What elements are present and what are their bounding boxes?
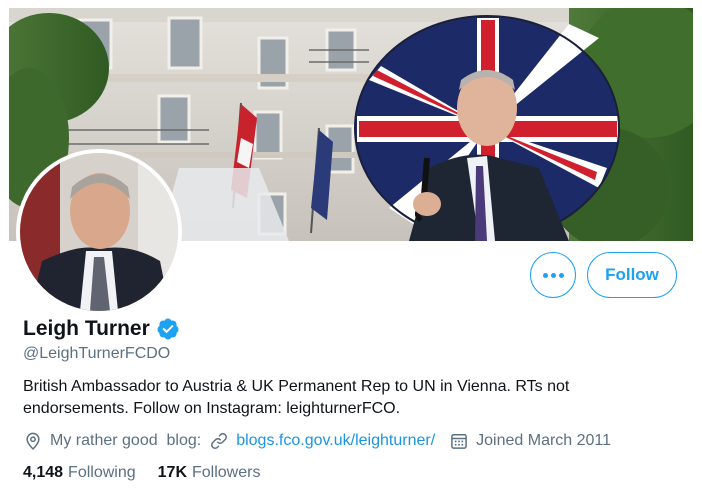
calendar-icon bbox=[451, 434, 467, 449]
verified-badge-icon bbox=[157, 318, 179, 340]
more-options-button[interactable] bbox=[530, 252, 576, 298]
more-horizontal-icon bbox=[542, 272, 564, 278]
joined-date: Joined March 2011 bbox=[476, 432, 612, 449]
followers-label: Followers bbox=[192, 464, 261, 481]
website-link[interactable]: blogs.fco.gov.uk/leighturner/ bbox=[236, 432, 435, 450]
website-item: blogs.fco.gov.uk/leighturner/ bbox=[209, 431, 435, 451]
follow-button[interactable]: Follow bbox=[587, 252, 677, 298]
avatar-photo bbox=[20, 153, 178, 311]
profile-meta: My rather good blog: blogs.fco.gov.uk/le… bbox=[23, 431, 611, 451]
location-pin-icon bbox=[26, 432, 40, 450]
followers-link[interactable]: 17K Followers bbox=[158, 464, 261, 482]
display-name: Leigh Turner bbox=[23, 317, 150, 340]
bio: British Ambassador to Austria & UK Perma… bbox=[23, 378, 570, 417]
following-label: Following bbox=[68, 464, 136, 481]
handle: @LeighTurnerFCDO bbox=[23, 345, 171, 362]
follow-stats: 4,148 Following 17K Followers bbox=[23, 464, 282, 482]
location-text: My rather good blog: bbox=[50, 432, 202, 449]
link-icon bbox=[211, 433, 228, 449]
following-link[interactable]: 4,148 Following bbox=[23, 464, 136, 482]
following-count: 4,148 bbox=[23, 464, 64, 481]
location-item: My rather good blog: bbox=[23, 431, 201, 451]
joined-item: Joined March 2011 bbox=[449, 431, 611, 451]
name-row: Leigh Turner bbox=[23, 317, 180, 341]
followers-count: 17K bbox=[157, 464, 187, 481]
avatar[interactable] bbox=[16, 149, 182, 315]
